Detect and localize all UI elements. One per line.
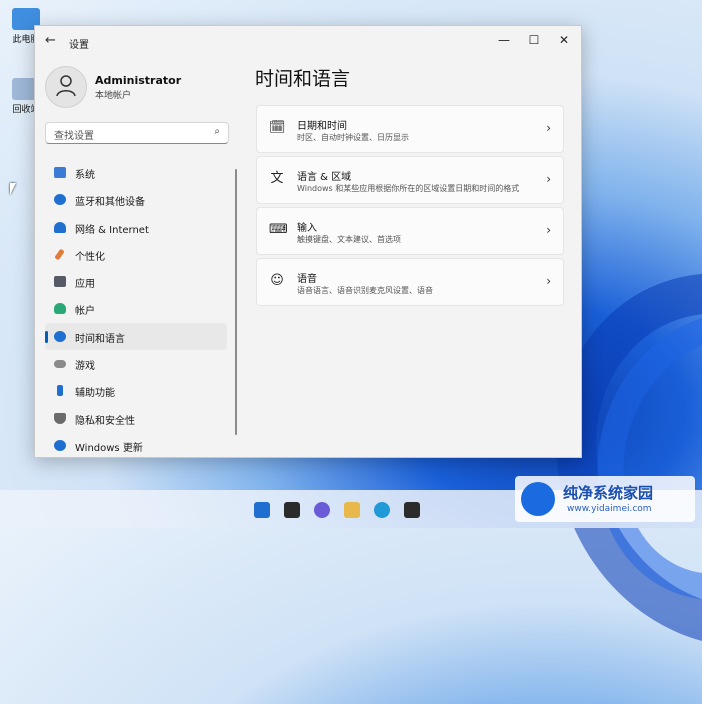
- sidebar-item-personalization[interactable]: 个性化: [45, 241, 227, 268]
- sidebar-item-bluetooth[interactable]: 蓝牙和其他设备: [45, 186, 227, 213]
- page-title: 时间和语言: [255, 68, 351, 90]
- sidebar-item-privacy[interactable]: 隐私和安全性: [45, 405, 227, 432]
- system-icon: [54, 167, 66, 178]
- chevron-right-icon: ›: [546, 274, 551, 288]
- sidebar-item-accessibility[interactable]: 辅助功能: [45, 377, 227, 404]
- card-typing[interactable]: ⌨ 输入 触摸键盘、文本建议、首选项 ›: [256, 207, 564, 255]
- person-avatar-icon: [56, 75, 76, 97]
- store-icon[interactable]: [404, 502, 420, 518]
- avatar[interactable]: [45, 66, 87, 108]
- user-name: Administrator: [95, 74, 182, 87]
- sidebar-item-label: 蓝牙和其他设备: [75, 197, 145, 209]
- minimize-button[interactable]: —: [489, 30, 519, 50]
- globe-clock-icon: [54, 330, 66, 342]
- sidebar-scrollbar[interactable]: [235, 169, 237, 435]
- accessibility-icon: [57, 385, 63, 397]
- title-bar[interactable]: ← 设置 — ☐ ✕: [35, 26, 581, 56]
- sidebar-item-system[interactable]: 系统: [45, 159, 227, 186]
- person-icon: [54, 303, 66, 315]
- card-subtitle: Windows 和某些应用根据你所在的区域设置日期和时间的格式: [297, 184, 520, 193]
- sidebar-item-label: 游戏: [75, 361, 95, 373]
- chevron-right-icon: ›: [546, 121, 551, 135]
- card-subtitle: 触摸键盘、文本建议、首选项: [297, 235, 401, 244]
- watermark-title: 纯净系统家园: [563, 484, 654, 502]
- sidebar-item-label: 系统: [75, 170, 95, 181]
- sidebar-item-label: 网络 & Internet: [75, 224, 149, 236]
- calendar-clock-icon: 🗓: [269, 120, 286, 135]
- card-subtitle: 时区、自动时钟设置、日历显示: [297, 133, 409, 142]
- settings-window: ← 设置 — ☐ ✕ Administrator 本地帐户 查找设置 ⌕ 系统 …: [34, 25, 582, 458]
- card-title: 语言 & 区域: [297, 172, 352, 183]
- task-view-icon[interactable]: [284, 502, 300, 518]
- sidebar-item-label: 时间和语言: [75, 333, 125, 345]
- sidebar-item-label: 帐户: [75, 306, 95, 318]
- chevron-right-icon: ›: [546, 172, 551, 186]
- edge-icon[interactable]: [374, 502, 390, 518]
- sidebar-item-label: 个性化: [75, 251, 105, 263]
- search-input[interactable]: 查找设置 ⌕: [45, 122, 229, 144]
- sidebar-item-accounts[interactable]: 帐户: [45, 295, 227, 322]
- wifi-icon: [54, 221, 66, 233]
- sidebar-item-network[interactable]: 网络 & Internet: [45, 214, 227, 241]
- search-placeholder: 查找设置: [54, 131, 94, 142]
- speech-icon: ☺: [270, 273, 284, 288]
- keyboard-icon: ⌨: [269, 222, 288, 237]
- brush-icon: [54, 248, 65, 261]
- shield-icon: [54, 412, 66, 424]
- account-type: 本地帐户: [95, 91, 132, 101]
- card-title: 语音: [297, 274, 317, 285]
- sidebar-nav: 系统 蓝牙和其他设备 网络 & Internet 个性化 应用 帐户 时间和语言: [45, 159, 227, 459]
- sidebar-item-label: Windows 更新: [75, 442, 143, 454]
- sidebar-item-label: 辅助功能: [75, 388, 115, 400]
- maximize-button[interactable]: ☐: [519, 30, 549, 50]
- card-language-region[interactable]: 文 语言 & 区域 Windows 和某些应用根据你所在的区域设置日期和时间的格…: [256, 156, 564, 204]
- window-title: 设置: [69, 40, 89, 51]
- language-icon: 文: [270, 171, 284, 186]
- update-icon: [54, 439, 66, 451]
- apps-icon: [54, 276, 66, 288]
- chevron-right-icon: ›: [546, 223, 551, 237]
- watermark: 纯净系统家园 www.yidaimei.com: [515, 476, 695, 522]
- sidebar-item-label: 隐私和安全性: [75, 415, 135, 427]
- sidebar-item-apps[interactable]: 应用: [45, 268, 227, 295]
- sidebar-item-time-language[interactable]: 时间和语言: [45, 322, 227, 351]
- search-icon: ⌕: [214, 126, 220, 137]
- gamepad-icon: [54, 360, 66, 369]
- sidebar-item-label: 应用: [75, 279, 95, 291]
- watermark-logo-icon: [521, 482, 555, 516]
- mouse-cursor-icon: [10, 183, 16, 195]
- card-speech[interactable]: ☺ 语音 语音语言、语音识别麦克风设置、语音 ›: [256, 258, 564, 306]
- card-subtitle: 语音语言、语音识别麦克风设置、语音: [297, 286, 433, 295]
- settings-card-list: 🗓 日期和时间 时区、自动时钟设置、日历显示 › 文 语言 & 区域 Windo…: [256, 105, 564, 309]
- watermark-url: www.yidaimei.com: [567, 504, 652, 514]
- sidebar-item-gaming[interactable]: 游戏: [45, 350, 227, 377]
- back-arrow-icon[interactable]: ←: [45, 33, 56, 48]
- bluetooth-icon: [54, 194, 66, 206]
- file-explorer-icon[interactable]: [344, 502, 360, 518]
- card-title: 日期和时间: [297, 121, 347, 132]
- chat-icon[interactable]: [314, 502, 330, 518]
- card-title: 输入: [297, 223, 317, 234]
- start-icon[interactable]: [254, 502, 270, 518]
- close-button[interactable]: ✕: [549, 30, 579, 50]
- sidebar-item-windows-update[interactable]: Windows 更新: [45, 432, 227, 459]
- card-date-time[interactable]: 🗓 日期和时间 时区、自动时钟设置、日历显示 ›: [256, 105, 564, 153]
